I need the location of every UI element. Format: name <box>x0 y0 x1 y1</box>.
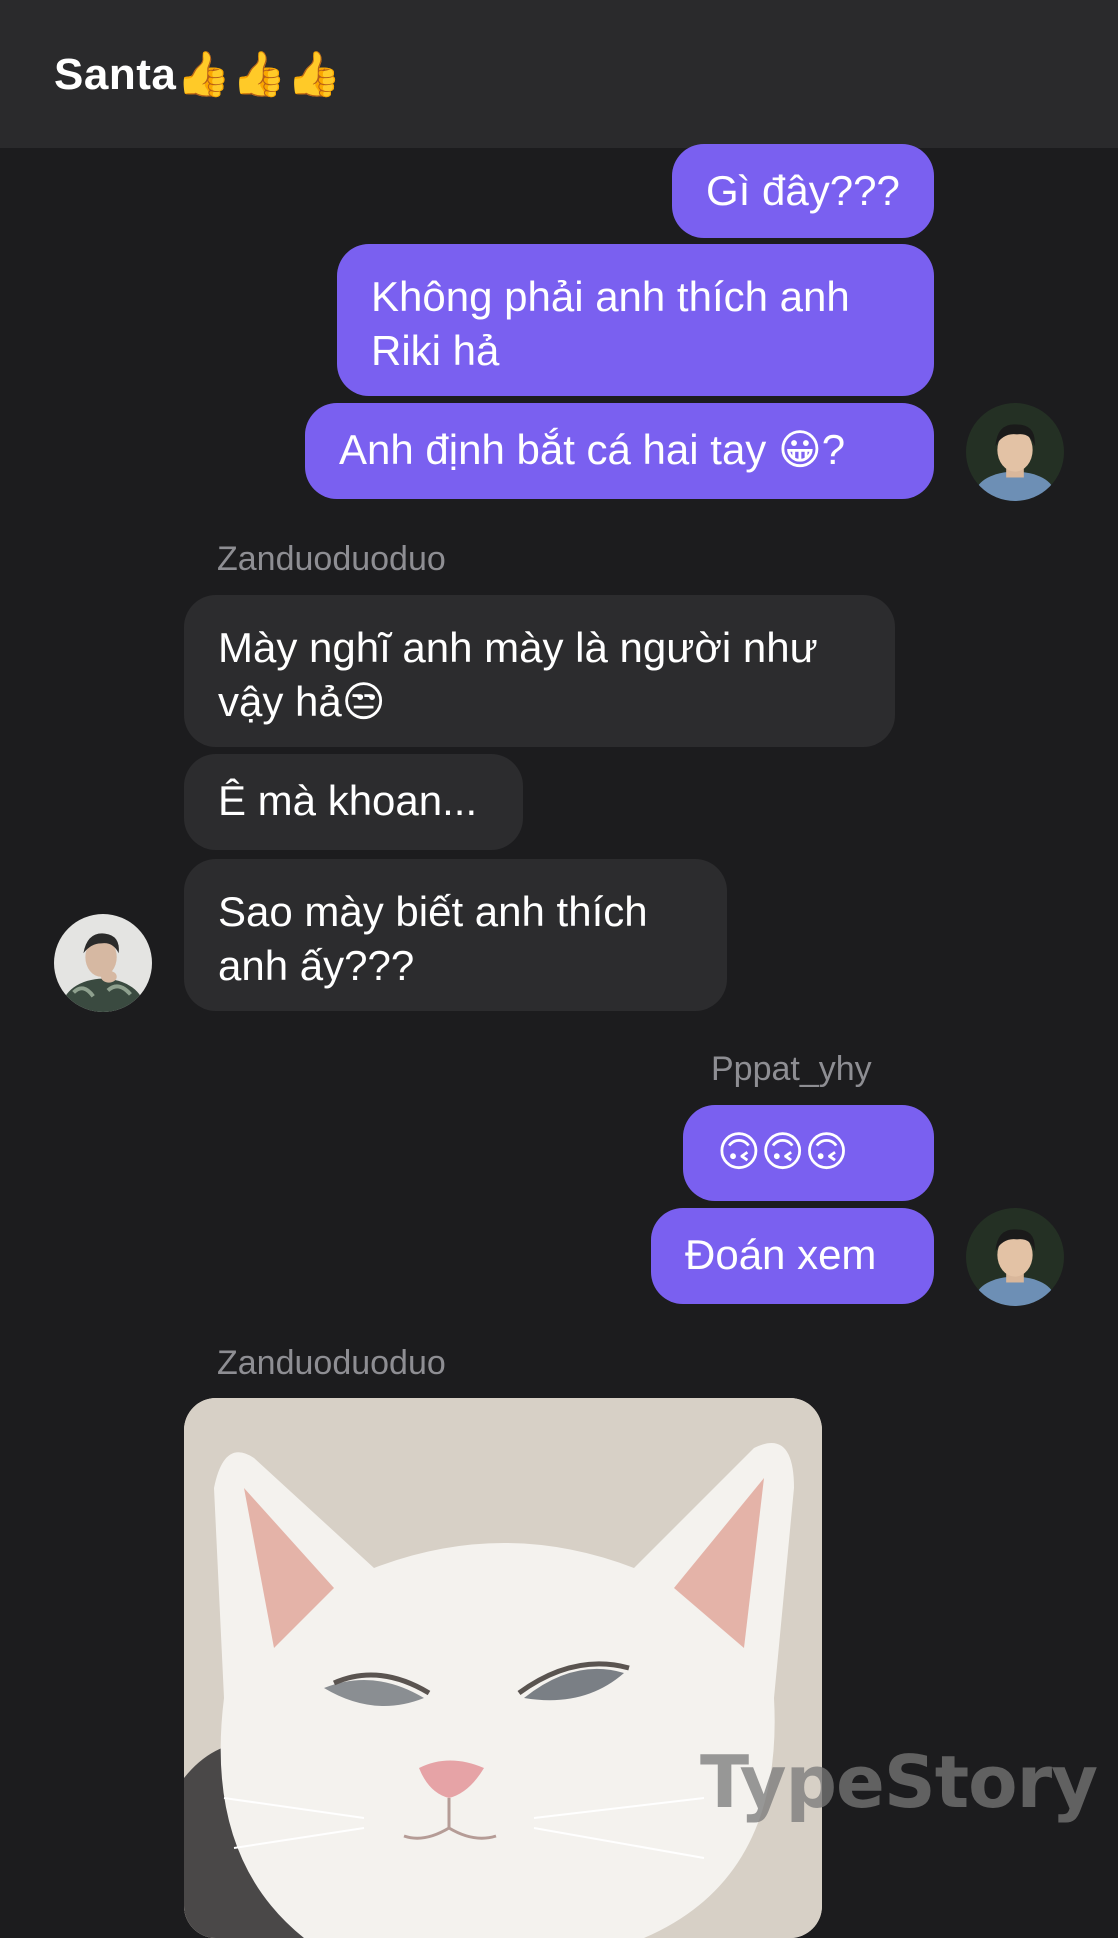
avatar-pppat[interactable] <box>966 1208 1064 1306</box>
message-bubble-incoming[interactable]: Mày nghĩ anh mày là người như vậy hả😒 <box>184 595 895 747</box>
avatar-pppat[interactable] <box>966 403 1064 501</box>
cat-photo-message[interactable] <box>184 1398 822 1938</box>
watermark: TypeStory <box>700 1740 1098 1824</box>
message-bubble-outgoing[interactable]: 🙃🙃🙃 <box>683 1105 934 1201</box>
sender-name: Zanduoduoduo <box>217 1344 446 1382</box>
message-bubble-outgoing[interactable]: Gì đây??? <box>672 144 934 238</box>
sender-name: Pppat_yhy <box>711 1050 872 1088</box>
message-bubble-incoming[interactable]: Sao mày biết anh thích anh ấy??? <box>184 859 727 1011</box>
chat-header: Santa👍👍👍 <box>0 0 1118 148</box>
sender-name: Zanduoduoduo <box>217 540 446 578</box>
chat-title: Santa👍👍👍 <box>54 50 343 99</box>
message-bubble-outgoing[interactable]: Anh định bắt cá hai tay 😀? <box>305 403 934 499</box>
message-bubble-outgoing[interactable]: Đoán xem <box>651 1208 934 1304</box>
message-bubble-outgoing[interactable]: Không phải anh thích anh Riki hả <box>337 244 934 396</box>
avatar-zanduoduoduo[interactable] <box>54 914 152 1012</box>
message-bubble-incoming[interactable]: Ê mà khoan... <box>184 754 523 850</box>
